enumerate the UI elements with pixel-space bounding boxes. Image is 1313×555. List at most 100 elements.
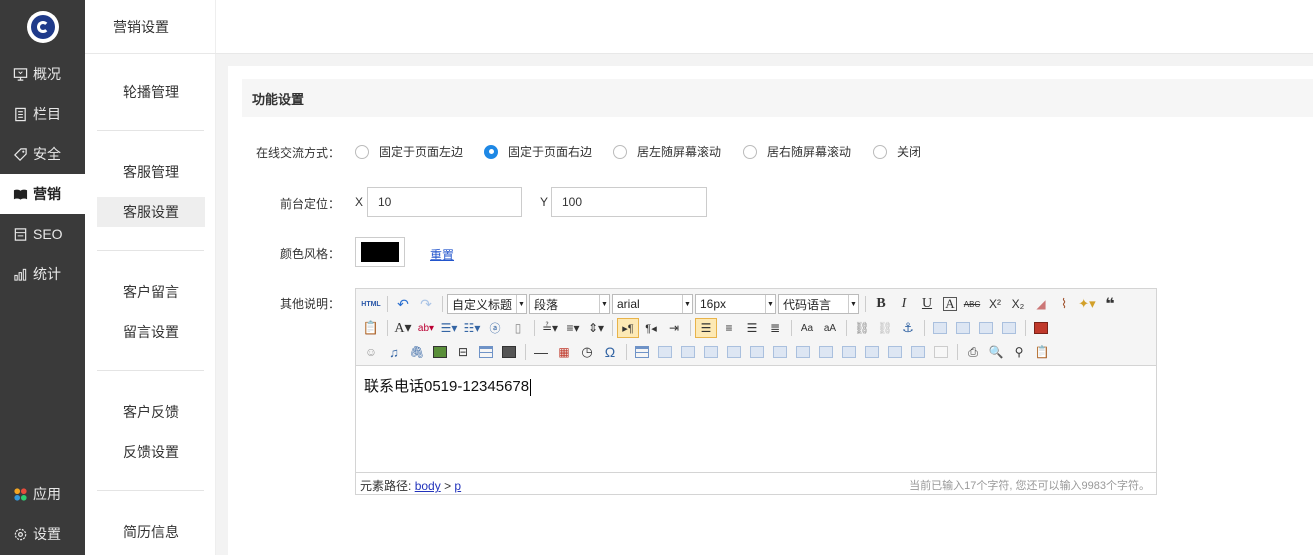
anchor-icon[interactable]: ⚓ — [897, 318, 919, 338]
subnav-item-resumes[interactable]: 简历信息 — [97, 517, 205, 547]
select-all-icon[interactable]: ⓐ — [484, 318, 506, 338]
line-height-icon[interactable]: ⇕▾ — [585, 318, 607, 338]
chart-icon[interactable] — [930, 342, 952, 362]
text-direction-ltr-icon[interactable]: ▸¶ — [617, 318, 639, 338]
undo-icon[interactable]: ↶ — [392, 294, 414, 314]
sidebar-item-apps[interactable]: 应用 — [0, 474, 85, 514]
subnav-item-feedback[interactable]: 客户反馈 — [97, 397, 205, 427]
subnav-item-carousel[interactable]: 轮播管理 — [97, 77, 205, 107]
insert-col-icon[interactable] — [746, 342, 768, 362]
format-brush-icon[interactable]: ⌇ — [1053, 294, 1075, 314]
insert-para-before-table-icon[interactable] — [677, 342, 699, 362]
sidebar-item-settings[interactable]: 设置 — [0, 514, 85, 554]
to-lowercase-icon[interactable]: aA — [819, 318, 841, 338]
text-direction-rtl-icon[interactable]: ¶◂ — [640, 318, 662, 338]
italic-icon[interactable]: I — [893, 294, 915, 314]
sidebar-item-columns[interactable]: 栏目 — [0, 94, 85, 134]
background-color-icon[interactable]: ab▾ — [415, 318, 437, 338]
delete-table-icon[interactable] — [654, 342, 676, 362]
row-spacing-top-icon[interactable]: ≟▾ — [539, 318, 561, 338]
align-right-icon[interactable]: ☰ — [741, 318, 763, 338]
preview-icon[interactable]: 🔍 — [985, 342, 1007, 362]
attachment-icon[interactable]: 🖇 — [406, 342, 428, 362]
underline-icon[interactable]: U — [916, 294, 938, 314]
unordered-list-icon[interactable]: ☷▾ — [461, 318, 483, 338]
sidebar-item-marketing[interactable]: 营销 — [0, 174, 85, 214]
sidebar-item-overview[interactable]: 概况 — [0, 54, 85, 94]
image-none-icon[interactable] — [929, 318, 951, 338]
eraser-icon[interactable]: ◢ — [1030, 294, 1052, 314]
time-icon[interactable]: ◷ — [576, 342, 598, 362]
code-language-select[interactable]: 代码语言 ▼ — [778, 294, 859, 314]
align-justify-icon[interactable]: ≣ — [764, 318, 786, 338]
subnav-item-service-settings[interactable]: 客服设置 — [97, 197, 205, 227]
radio-fixed-right[interactable]: 固定于页面右边 — [484, 143, 592, 160]
split-cols-icon[interactable] — [907, 342, 929, 362]
drafts-icon[interactable]: 📋 — [1031, 342, 1053, 362]
sidebar-item-statistics[interactable]: 统计 — [0, 254, 85, 294]
editor-content[interactable]: 联系电话0519-12345678 — [364, 375, 532, 396]
radio-scroll-right[interactable]: 居右随屏幕滚动 — [743, 143, 851, 160]
font-color-icon[interactable]: A▾ — [392, 318, 414, 338]
path-p-link[interactable]: p — [454, 479, 461, 493]
font-border-icon[interactable]: A — [943, 296, 957, 311]
subnav-item-feedback-settings[interactable]: 反馈设置 — [97, 437, 205, 467]
align-left-icon[interactable]: ☰ — [695, 318, 717, 338]
x-position-input[interactable]: 10 — [367, 187, 522, 217]
bold-icon[interactable]: B — [870, 294, 892, 314]
music-icon[interactable]: ♫ — [383, 342, 405, 362]
paste-icon[interactable]: 📋 — [360, 318, 382, 338]
color-picker[interactable] — [355, 237, 405, 267]
delete-col-icon[interactable] — [769, 342, 791, 362]
strikethrough-icon[interactable]: ABC — [961, 294, 983, 314]
paragraph-select[interactable]: 段落 ▼ — [529, 294, 610, 314]
subscript-icon[interactable]: X₂ — [1007, 294, 1029, 314]
wordimage-icon[interactable] — [498, 342, 520, 362]
split-cells-icon[interactable] — [861, 342, 883, 362]
path-body-link[interactable]: body — [415, 479, 441, 493]
radio-off[interactable]: 关闭 — [873, 143, 921, 160]
horizontal-rule-icon[interactable]: — — [530, 342, 552, 362]
blockquote-icon[interactable]: ❝ — [1099, 294, 1121, 314]
search-replace-icon[interactable]: ⚲ — [1008, 342, 1030, 362]
sidebar-item-seo[interactable]: SEO — [0, 214, 85, 254]
radio-fixed-left[interactable]: 固定于页面左边 — [355, 143, 463, 160]
date-icon[interactable]: ▦ — [553, 342, 575, 362]
heading-select[interactable]: 自定义标题 ▼ — [447, 294, 527, 314]
reset-link[interactable]: 重置 — [430, 246, 454, 263]
subnav-item-service-manage[interactable]: 客服管理 — [97, 157, 205, 187]
magic-wand-icon[interactable]: ✦▾ — [1076, 294, 1098, 314]
indent-icon[interactable]: ⇥ — [663, 318, 685, 338]
font-size-select[interactable]: 16px ▼ — [695, 294, 776, 314]
font-family-select[interactable]: arial ▼ — [612, 294, 693, 314]
y-position-input[interactable]: 100 — [551, 187, 707, 217]
emotion-icon[interactable]: ☺ — [360, 342, 382, 362]
merge-down-icon[interactable] — [838, 342, 860, 362]
ordered-list-icon[interactable]: ☰▾ — [438, 318, 460, 338]
subnav-item-message-settings[interactable]: 留言设置 — [97, 317, 205, 347]
subnav-item-messages[interactable]: 客户留言 — [97, 277, 205, 307]
radio-scroll-left[interactable]: 居左随屏幕滚动 — [613, 143, 721, 160]
insert-table-icon[interactable] — [631, 342, 653, 362]
split-rows-icon[interactable] — [884, 342, 906, 362]
unlink-icon[interactable]: ⛓ — [874, 318, 896, 338]
insert-image-icon[interactable] — [1030, 318, 1052, 338]
merge-right-icon[interactable] — [815, 342, 837, 362]
clear-doc-icon[interactable]: ▯ — [507, 318, 529, 338]
insert-row-icon[interactable] — [700, 342, 722, 362]
image-center-icon[interactable] — [998, 318, 1020, 338]
image-right-icon[interactable] — [975, 318, 997, 338]
image-left-icon[interactable] — [952, 318, 974, 338]
page-break-icon[interactable]: ⊟ — [452, 342, 474, 362]
template-icon[interactable] — [475, 342, 497, 362]
align-center-icon[interactable]: ≡ — [718, 318, 740, 338]
merge-cells-icon[interactable] — [792, 342, 814, 362]
to-uppercase-icon[interactable]: Aa — [796, 318, 818, 338]
link-icon[interactable]: ⛓ — [851, 318, 873, 338]
html-source-button[interactable]: HTML — [360, 294, 382, 314]
row-spacing-bottom-icon[interactable]: ≡▾ — [562, 318, 584, 338]
print-icon[interactable]: ⎙ — [962, 342, 984, 362]
sidebar-item-security[interactable]: 安全 — [0, 134, 85, 174]
special-char-icon[interactable]: Ω — [599, 342, 621, 362]
superscript-icon[interactable]: X² — [984, 294, 1006, 314]
